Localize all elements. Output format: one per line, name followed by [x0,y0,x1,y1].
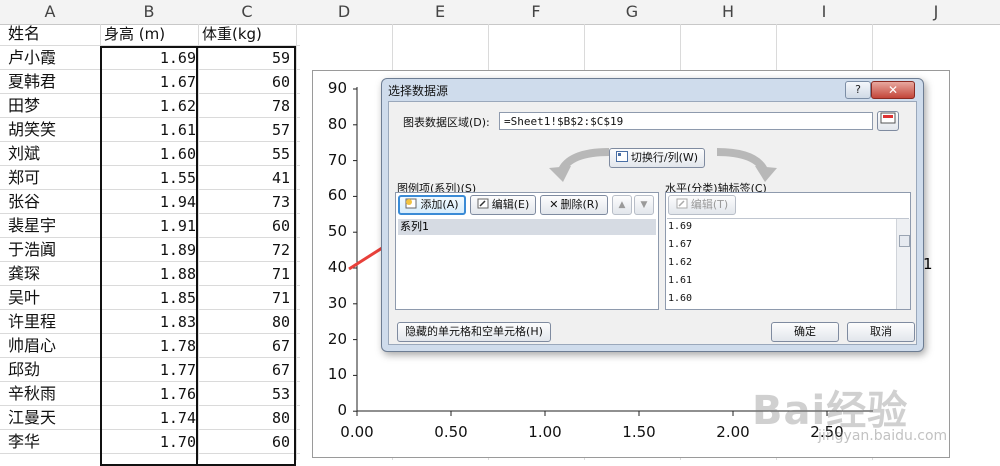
hidden-and-empty-cells-button[interactable]: 隐藏的单元格和空单元格(H) [397,322,551,342]
dialog-title: 选择数据源 [388,84,449,98]
header-weight-cell[interactable]: 体重(kg) [202,22,294,46]
switch-row-column-button[interactable]: 切换行/列(W) [609,148,705,168]
add-series-button[interactable]: 添加(A) [398,195,466,215]
legend-fragment: 1 [923,255,933,273]
column-header-g[interactable]: G [584,0,681,25]
dialog-body: 图表数据区域(D): =Sheet1!$B$2:$C$19 切换行/列(W) 图… [388,101,917,345]
switch-right-arrow-icon [716,148,777,182]
switch-icon [615,151,628,162]
edit-axis-labels-button[interactable]: 编辑(T) [668,195,736,215]
y-tick-label: 30 [327,293,347,312]
y-tick-label: 50 [327,222,347,241]
y-tick-label: 70 [327,150,347,169]
cancel-button[interactable]: 取消 [847,322,915,342]
name-cell[interactable]: 许里程 [8,310,100,334]
edit-axis-icon [676,198,688,209]
axis-labels-panel: 编辑(T) 1.69 1.67 1.62 1.61 1.60 [665,192,911,310]
name-cell[interactable]: 李华 [8,430,100,454]
name-cell[interactable]: 于浩阗 [8,238,100,262]
column-header-e[interactable]: E [392,0,489,25]
y-tick-label: 0 [337,401,347,420]
column-header-j[interactable]: J [872,0,1000,25]
y-tick-label: 40 [327,258,347,276]
column-header-h[interactable]: H [680,0,777,25]
watermark-url: jingyan.baidu.com [818,428,948,444]
ok-button[interactable]: 确定 [771,322,839,342]
axis-label-item[interactable]: 1.60 [668,293,692,304]
delete-series-button[interactable]: ✕ 删除(R) [540,195,608,215]
axis-list-scrollbar[interactable] [896,219,910,309]
move-up-button[interactable]: ▲ [612,195,632,215]
name-cell[interactable]: 郑可 [8,166,100,190]
name-cell[interactable]: 裴星宇 [8,214,100,238]
axis-label-item[interactable]: 1.67 [668,239,692,250]
name-cell[interactable]: 胡笑笑 [8,118,100,142]
axis-label-item[interactable]: 1.62 [668,257,692,268]
column-header-i[interactable]: I [776,0,873,25]
range-collapse-button[interactable] [877,111,899,131]
name-cell[interactable]: 辛秋雨 [8,382,100,406]
axis-label-item[interactable]: 1.61 [668,275,692,286]
edit-series-button[interactable]: 编辑(E) [470,195,536,215]
add-icon [405,198,417,209]
name-cell[interactable]: 帅眉心 [8,334,100,358]
name-cell[interactable]: 龚琛 [8,262,100,286]
move-down-button[interactable]: ▼ [634,195,654,215]
edit-icon [477,198,489,209]
range-collapse-icon [880,112,896,124]
delete-icon: ✕ [549,198,559,211]
switch-left-arrow-icon [549,148,610,182]
name-cell[interactable]: 吴叶 [8,286,100,310]
column-header-f[interactable]: F [488,0,585,25]
help-button[interactable]: ? [845,81,871,99]
y-tick-label: 10 [327,365,347,384]
name-cell[interactable]: 张谷 [8,190,100,214]
header-name-cell[interactable]: 姓名 [8,22,100,46]
close-button[interactable]: ✕ [871,81,915,99]
x-tick-label: 1.00 [528,423,562,441]
header-height-cell[interactable]: 身高 (m) [104,22,196,46]
x-tick-label: 1.50 [622,423,656,441]
name-cell[interactable]: 江曼天 [8,406,100,430]
range-label: 图表数据区域(D): [403,116,490,129]
name-cell[interactable]: 卢小霞 [8,46,100,70]
y-tick-label: 80 [327,114,347,133]
y-tick-label: 90 [327,79,347,97]
series-panel: 添加(A) 编辑(E) ✕ 删除(R) ▲ ▼ 系列1 [395,192,659,310]
range-input[interactable]: =Sheet1!$B$2:$C$19 [499,112,873,130]
series-list-item[interactable]: 系列1 [398,219,656,235]
column-header-d[interactable]: D [296,0,393,25]
select-data-source-dialog: 选择数据源 ? ✕ 图表数据区域(D): =Sheet1!$B$2:$C$19 … [381,78,924,352]
axis-label-item[interactable]: 1.69 [668,221,692,232]
name-cell[interactable]: 田梦 [8,94,100,118]
name-cell[interactable]: 刘斌 [8,142,100,166]
selected-range [100,46,296,466]
name-cell[interactable]: 夏韩君 [8,70,100,94]
name-cell[interactable]: 邱劲 [8,358,100,382]
x-tick-label: 0.00 [340,423,374,441]
y-tick-label: 60 [327,186,347,205]
x-tick-label: 0.50 [434,423,468,441]
y-tick-label: 20 [327,329,347,348]
